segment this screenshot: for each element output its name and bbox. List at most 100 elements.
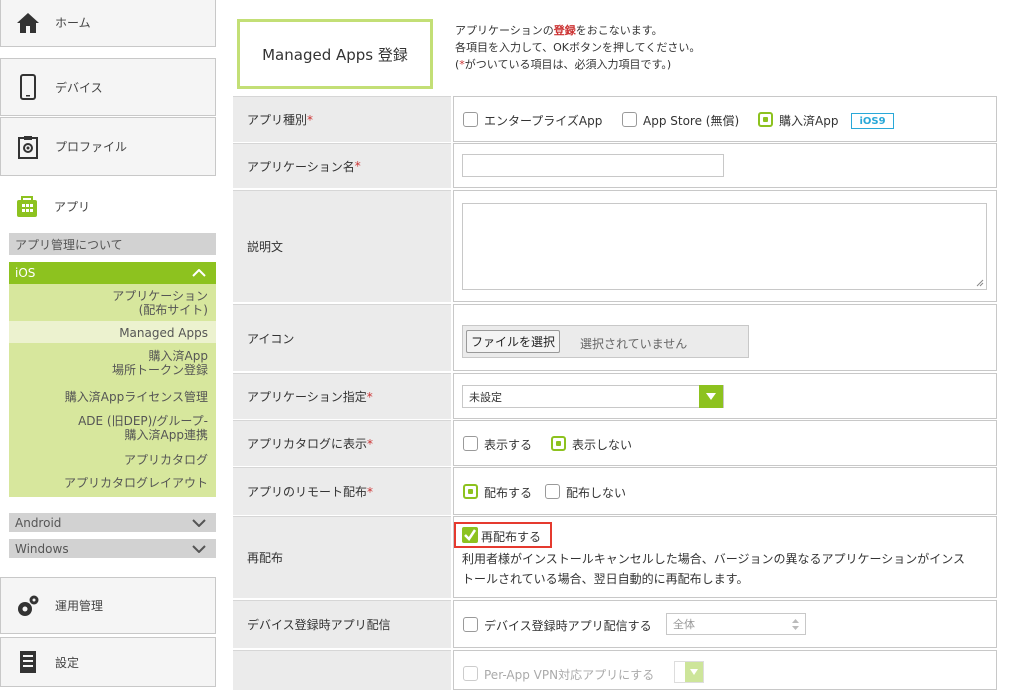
nav-settings-label: 設定: [55, 655, 80, 670]
sidebar-item-android[interactable]: Android: [9, 513, 216, 532]
redistribute-desc-line1: 利用者様がインストールキャンセルした場合、バージョンの異なるアプリケーションがイ…: [462, 552, 966, 566]
submenu-item-label: アプリカタログ: [123, 453, 208, 467]
chevron-down-icon: [192, 516, 206, 530]
intro-line3-post: がついている項目は、必須入力項目です。): [464, 58, 672, 71]
radio-remote-no-deploy[interactable]: [545, 484, 560, 499]
icon-cell: ファイルを選択 選択されていません: [453, 304, 997, 371]
description-label: 説明文: [233, 190, 451, 302]
nav-home[interactable]: ホーム: [0, 0, 216, 47]
page-title: Managed Apps 登録: [237, 19, 433, 89]
sidebar-item-windows-label: Windows: [15, 541, 69, 556]
device-reg-cell: デバイス登録時アプリ配信する 全体: [453, 600, 997, 648]
per-app-vpn-cell: Per-App VPN対応アプリにする: [453, 650, 997, 690]
radio-purchased-app-label: 購入済App: [779, 114, 839, 128]
radio-enterprise-app-label: エンタープライズApp: [484, 114, 603, 128]
radio-purchased-app[interactable]: [758, 112, 773, 127]
radio-enterprise-app[interactable]: [463, 112, 478, 127]
nav-operation[interactable]: 運用管理: [0, 577, 216, 634]
device-reg-scope-select[interactable]: 全体: [666, 613, 806, 635]
submenu-item-ade-link[interactable]: ADE (旧DEP)/グループ- 購入済App連携: [78, 414, 208, 442]
submenu-item-app-catalog[interactable]: アプリカタログ: [124, 453, 208, 467]
sidebar-item-ios-label: iOS: [15, 266, 36, 280]
app-name-cell: [453, 143, 997, 188]
submenu-item-catalog-layout[interactable]: アプリカタログレイアウト: [64, 476, 208, 490]
submenu-item-app-distribution[interactable]: アプリケーション (配布サイト): [112, 289, 208, 317]
nav-app[interactable]: アプリ: [0, 186, 216, 226]
radio-remote-deploy[interactable]: [463, 484, 478, 499]
remote-label: アプリのリモート配布 *: [233, 467, 451, 515]
app-spec-select[interactable]: 未設定: [462, 385, 724, 408]
app-spec-value: 未設定: [469, 390, 502, 404]
nav-home-label: ホーム: [55, 16, 91, 30]
submenu-item-vpp-license[interactable]: 購入済Appライセンス管理: [65, 390, 208, 404]
submenu-item-label: ADE (旧DEP)/グループ-: [78, 414, 208, 428]
row-app-name: アプリケーション名 *: [233, 143, 997, 188]
dropdown-arrow-icon: [699, 385, 723, 408]
radio-catalog-hide-label: 表示しない: [572, 438, 633, 452]
per-app-vpn-select[interactable]: [674, 661, 704, 683]
nav-profile[interactable]: プロファイル: [0, 117, 216, 176]
submenu-item-label: 購入済App連携: [124, 428, 208, 442]
app-type-options: エンタープライズApp App Store (無償) 購入済App iOS9: [453, 96, 997, 142]
spinner-arrows-icon: [792, 619, 799, 630]
submenu-item-label: 場所トークン登録: [111, 363, 208, 377]
ios-version-badge: iOS9: [851, 113, 894, 129]
remote-cell: 配布する 配布しない: [453, 467, 997, 515]
sidebar-item-ios[interactable]: iOS: [9, 262, 216, 284]
nav-app-label: アプリ: [54, 199, 91, 214]
device-reg-checkbox[interactable]: [463, 617, 478, 632]
submenu-item-managed-apps[interactable]: Managed Apps: [9, 321, 216, 343]
app-type-label: アプリ種別 *: [233, 96, 451, 142]
home-icon: [1, 12, 55, 34]
resize-handle-icon: [976, 279, 984, 287]
chevron-up-icon: [192, 266, 206, 280]
nav-settings[interactable]: 設定: [0, 637, 216, 687]
per-app-vpn-checkbox[interactable]: [463, 666, 478, 681]
icon-label: アイコン: [233, 304, 451, 371]
app-spec-cell: 未設定: [453, 373, 997, 419]
dropdown-arrow-icon: [685, 662, 703, 682]
submenu-item-label: 購入済Appライセンス管理: [64, 390, 208, 404]
submenu-item-label: Managed Apps: [119, 326, 208, 340]
submenu-item-vpp-token[interactable]: 購入済App 場所トークン登録: [112, 349, 208, 377]
gears-icon: [1, 593, 55, 619]
intro-line2: 各項目を入力して、OKボタンを押してください。: [455, 41, 701, 54]
intro-line1-pre: アプリケーションの: [455, 24, 554, 37]
sidebar-item-windows[interactable]: Windows: [9, 539, 216, 558]
row-per-app-vpn: Per-App VPN対応アプリにする: [233, 650, 997, 690]
per-app-vpn-checkbox-label: Per-App VPN対応アプリにする: [484, 668, 655, 682]
row-device-reg: デバイス登録時アプリ配信 デバイス登録時アプリ配信する 全体: [233, 600, 997, 648]
row-description: 説明文: [233, 190, 997, 302]
choose-file-button[interactable]: ファイルを選択: [466, 330, 561, 353]
chevron-down-icon: [192, 542, 206, 556]
document-icon: [1, 650, 55, 674]
intro-line1-em: 登録: [553, 24, 576, 37]
sidebar-item-android-label: Android: [15, 515, 62, 530]
radio-app-store-free-label: App Store (無償): [643, 114, 740, 128]
submenu-item-label: アプリカタログレイアウト: [63, 476, 208, 490]
intro-line1-post: をおこないます。: [575, 24, 663, 37]
sidebar-item-app-about[interactable]: アプリ管理について: [9, 233, 216, 255]
profile-gear-icon: [1, 135, 55, 159]
submenu-item-label: (配布サイト): [138, 303, 208, 317]
radio-app-store-free[interactable]: [622, 112, 637, 127]
nav-device[interactable]: デバイス: [0, 58, 216, 116]
row-icon: アイコン ファイルを選択 選択されていません: [233, 304, 997, 371]
per-app-vpn-label: [233, 650, 451, 690]
smartphone-icon: [1, 74, 55, 100]
app-spec-label: アプリケーション指定 *: [233, 373, 451, 419]
row-catalog: アプリカタログに表示 * 表示する 表示しない: [233, 420, 997, 466]
radio-catalog-show[interactable]: [463, 436, 478, 451]
app-name-label: アプリケーション名 *: [233, 143, 451, 188]
submenu-item-label: アプリケーション: [112, 289, 208, 303]
radio-remote-no-deploy-label: 配布しない: [566, 486, 627, 500]
app-name-input[interactable]: [462, 154, 724, 177]
highlight-box: [454, 522, 552, 548]
file-status: 選択されていません: [580, 337, 688, 351]
radio-catalog-show-label: 表示する: [484, 438, 533, 452]
description-textarea[interactable]: [462, 203, 987, 290]
radio-catalog-hide[interactable]: [551, 436, 566, 451]
catalog-cell: 表示する 表示しない: [453, 420, 997, 466]
row-app-type: アプリ種別 * エンタープライズApp App Store (無償) 購入済App…: [233, 96, 997, 142]
nav-device-label: デバイス: [55, 80, 103, 95]
